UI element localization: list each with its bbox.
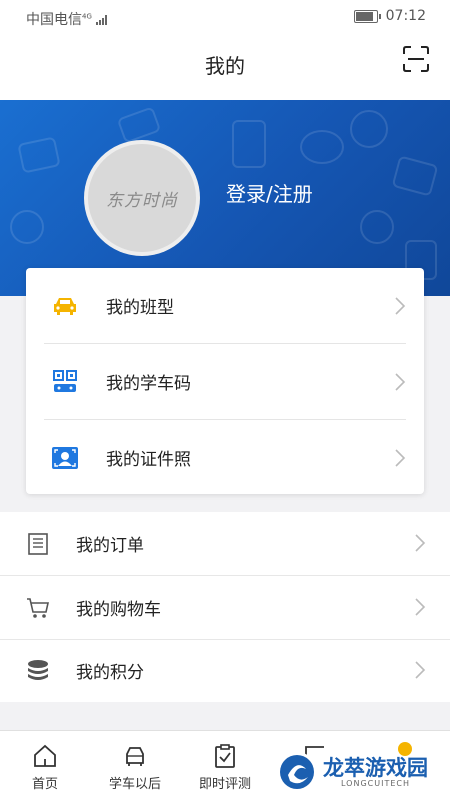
list-item-cart[interactable]: 我的购物车 bbox=[0, 576, 450, 640]
profile-banner bbox=[0, 100, 450, 296]
list-item-label: 我的订单 bbox=[76, 536, 144, 556]
cart-icon bbox=[26, 596, 50, 620]
card-item-label: 我的学车码 bbox=[106, 374, 191, 394]
profile-card: 我的班型 我的学车码 我的证件照 bbox=[26, 268, 424, 494]
watermark-title: 龙萃游戏园 bbox=[323, 755, 428, 780]
chevron-right-icon bbox=[395, 448, 406, 467]
home-icon bbox=[34, 744, 56, 767]
card-item-id-photo[interactable]: 我的证件照 bbox=[44, 420, 406, 495]
signal-icon bbox=[96, 15, 108, 25]
chevron-right-icon bbox=[395, 296, 406, 315]
watermark-subtitle: LONGCUITECH bbox=[341, 778, 410, 788]
chevron-right-icon bbox=[395, 372, 406, 391]
car-front-icon bbox=[126, 747, 144, 766]
banner-decoration bbox=[360, 210, 394, 244]
banner-decoration bbox=[10, 210, 44, 244]
car-icon bbox=[52, 293, 78, 319]
chevron-right-icon bbox=[415, 598, 426, 616]
clock: 07:12 bbox=[385, 8, 426, 24]
points-coins-icon bbox=[26, 659, 50, 683]
battery-icon bbox=[353, 9, 381, 23]
banner-decoration bbox=[116, 106, 162, 144]
banner-decoration bbox=[300, 130, 344, 164]
card-item-class-type[interactable]: 我的班型 bbox=[44, 268, 406, 344]
status-right: 07:12 bbox=[353, 8, 426, 24]
watermark-logo-icon bbox=[277, 752, 317, 792]
card-item-label: 我的证件照 bbox=[106, 450, 191, 470]
status-bar: 中国电信4G 07:12 bbox=[0, 0, 450, 34]
avatar-logo: 东方时尚 bbox=[106, 190, 178, 211]
list-item-orders[interactable]: 我的订单 bbox=[0, 512, 450, 576]
order-list-icon bbox=[26, 532, 50, 556]
carrier-text: 中国电信 bbox=[26, 12, 82, 28]
status-left: 中国电信4G bbox=[26, 9, 108, 29]
banner-decoration bbox=[232, 120, 266, 168]
login-register-link[interactable]: 登录/注册 bbox=[226, 178, 313, 207]
tab-label: 学车以后 bbox=[108, 777, 161, 792]
chevron-right-icon bbox=[415, 661, 426, 679]
list-item-label: 我的购物车 bbox=[76, 600, 161, 620]
tab-after-learning[interactable]: 学车以后 bbox=[90, 739, 180, 792]
menu-list: 我的订单 我的购物车 我的积分 bbox=[0, 512, 450, 702]
scan-icon[interactable] bbox=[402, 45, 430, 73]
tab-instant-eval[interactable]: 即时评测 bbox=[180, 739, 270, 792]
banner-decoration bbox=[350, 110, 388, 148]
tab-home[interactable]: 首页 bbox=[0, 739, 90, 792]
tab-label: 首页 bbox=[31, 777, 58, 792]
banner-decoration bbox=[391, 155, 439, 197]
avatar[interactable]: 东方时尚 bbox=[84, 140, 200, 256]
list-item-label: 我的积分 bbox=[76, 663, 144, 683]
tab-label: 即时评测 bbox=[198, 777, 251, 792]
top-nav: 我的 bbox=[0, 34, 450, 100]
battery-fill bbox=[355, 11, 374, 21]
banner-decoration bbox=[17, 136, 61, 174]
chevron-right-icon bbox=[415, 534, 426, 552]
id-photo-icon bbox=[52, 445, 78, 471]
watermark-text-group: 龙萃游戏园 LONGCUITECH bbox=[323, 757, 428, 788]
card-item-study-code[interactable]: 我的学车码 bbox=[44, 344, 406, 420]
qr-code-icon bbox=[52, 369, 78, 395]
list-item-points[interactable]: 我的积分 bbox=[0, 639, 450, 702]
network-type: 4G bbox=[82, 12, 92, 21]
watermark: 龙萃游戏园 LONGCUITECH bbox=[277, 752, 428, 792]
clipboard-check-icon bbox=[215, 744, 235, 768]
page-title: 我的 bbox=[205, 54, 245, 78]
card-item-label: 我的班型 bbox=[106, 298, 174, 318]
